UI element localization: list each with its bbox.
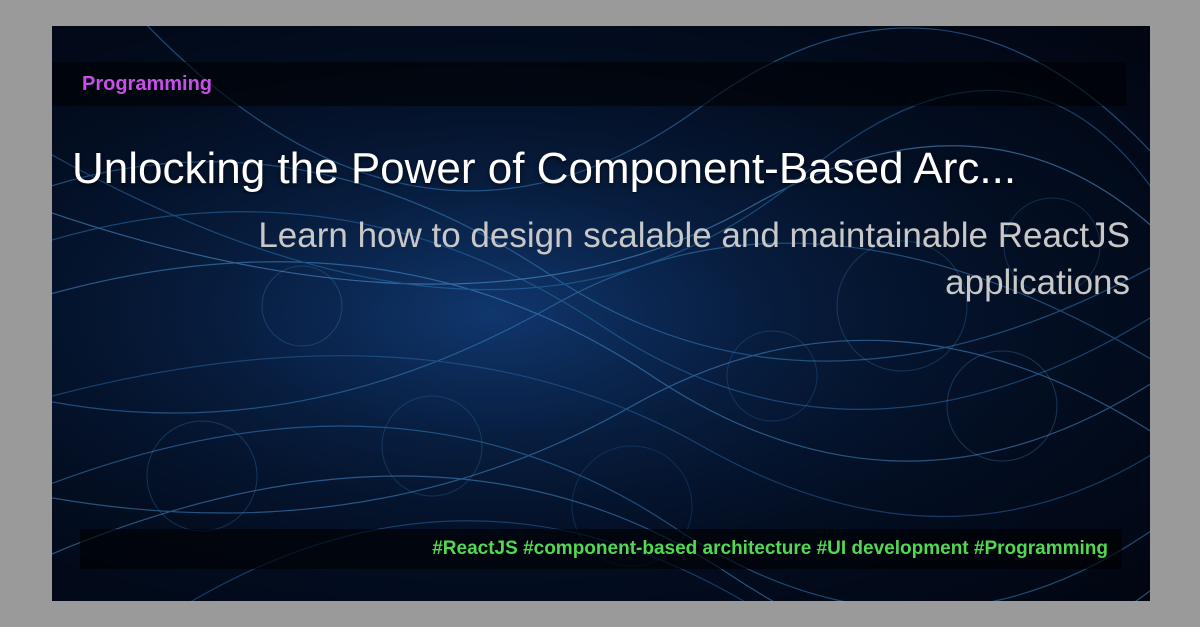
article-subtitle: Learn how to design scalable and maintai… bbox=[72, 212, 1130, 307]
promo-card: Programming Unlocking the Power of Compo… bbox=[52, 26, 1150, 601]
tags-text: #ReactJS #component-based architecture #… bbox=[432, 538, 1108, 560]
article-title: Unlocking the Power of Component-Based A… bbox=[72, 144, 1130, 194]
category-bar: Programming bbox=[52, 62, 1126, 106]
background-waves bbox=[52, 26, 1150, 601]
tags-bar: #ReactJS #component-based architecture #… bbox=[80, 529, 1122, 569]
category-label: Programming bbox=[82, 73, 212, 96]
